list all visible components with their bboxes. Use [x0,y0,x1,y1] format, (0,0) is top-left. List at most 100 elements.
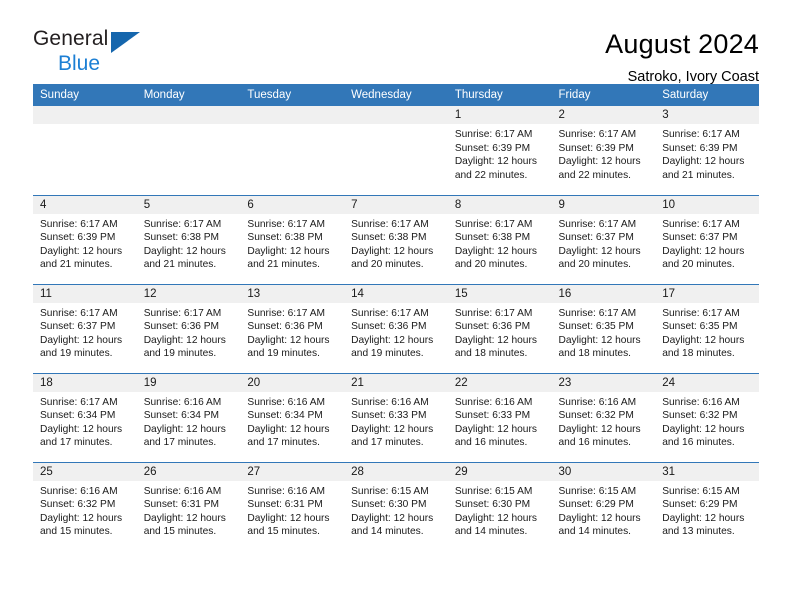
calendar-day-cell[interactable]: 20 Sunrise: 6:16 AM Sunset: 6:34 PM Dayligh… [240,372,345,462]
sunset-text: Sunset: 6:38 PM [351,232,427,244]
daylight-text-line2: and 21 minutes. [247,259,320,271]
day-number [33,106,137,124]
calendar-day-cell[interactable]: 24 Sunrise: 6:16 AM Sunset: 6:32 PM Dayligh… [655,372,759,462]
day-sun-info: Sunrise: 6:17 AM Sunset: 6:38 PM Daylight:… [344,214,448,272]
calendar-day-cell[interactable]: 12 Sunrise: 6:17 AM Sunset: 6:36 PM Dayligh… [136,283,241,373]
day-sun-info: Sunrise: 6:17 AM Sunset: 6:39 PM Daylight:… [448,124,552,182]
calendar-day-cell[interactable]: 16 Sunrise: 6:17 AM Sunset: 6:35 PM Dayligh… [551,283,656,373]
calendar-cell-empty [344,106,448,195]
calendar-day-cell[interactable]: 8 Sunrise: 6:17 AM Sunset: 6:38 PM Daylight… [447,194,552,284]
daylight-text-line2: and 18 minutes. [558,348,632,360]
daylight-text-line2: and 17 minutes. [247,437,320,449]
sunset-text: Sunset: 6:36 PM [454,321,531,333]
daylight-text-line2: and 20 minutes. [351,259,424,271]
daylight-text-line1: Daylight: 12 hours [247,423,330,435]
day-sun-info: Sunrise: 6:17 AM Sunset: 6:36 PM Daylight:… [137,303,241,361]
calendar-day-cell[interactable]: 25 Sunrise: 6:16 AM Sunset: 6:32 PM Dayligh… [33,461,137,551]
calendar-day-cell[interactable]: 13 Sunrise: 6:17 AM Sunset: 6:36 PM Dayligh… [240,283,345,373]
sunrise-text: Sunrise: 6:17 AM [143,307,222,319]
day-sun-info: Sunrise: 6:17 AM Sunset: 6:39 PM Daylight:… [552,124,656,182]
calendar-day-cell[interactable]: 27 Sunrise: 6:16 AM Sunset: 6:31 PM Dayligh… [240,461,345,551]
day-number: 16 [551,284,656,303]
daylight-text-line2: and 19 minutes. [351,348,424,360]
daylight-text-line1: Daylight: 12 hours [662,245,745,257]
weekday-header-tuesday: Tuesday [240,84,345,106]
day-number: 27 [240,462,345,481]
calendar-cell-empty [33,106,137,195]
sunset-text: Sunset: 6:39 PM [558,142,634,154]
sunset-text: Sunset: 6:35 PM [662,321,738,333]
daylight-text-line2: and 19 minutes. [247,348,320,360]
sunrise-text: Sunrise: 6:15 AM [558,485,637,497]
calendar-day-cell[interactable]: 17 Sunrise: 6:17 AM Sunset: 6:35 PM Dayligh… [655,283,759,373]
daylight-text-line2: and 13 minutes. [662,526,735,538]
day-number: 7 [344,195,448,214]
calendar-day-cell[interactable]: 18 Sunrise: 6:17 AM Sunset: 6:34 PM Dayligh… [33,372,137,462]
calendar-day-cell[interactable]: 21 Sunrise: 6:16 AM Sunset: 6:33 PM Dayligh… [344,372,448,462]
calendar-day-cell[interactable]: 6 Sunrise: 6:17 AM Sunset: 6:38 PM Daylight… [240,194,345,284]
weekday-header-saturday: Saturday [655,84,759,106]
sunset-text: Sunset: 6:39 PM [40,232,116,244]
day-sun-info: Sunrise: 6:17 AM Sunset: 6:38 PM Daylight:… [240,214,344,272]
calendar-day-cell[interactable]: 19 Sunrise: 6:16 AM Sunset: 6:34 PM Dayligh… [136,372,241,462]
calendar-day-cell[interactable]: 28 Sunrise: 6:15 AM Sunset: 6:30 PM Dayligh… [344,461,448,551]
calendar-week-row: 11 Sunrise: 6:17 AM Sunset: 6:37 PM Dayligh… [33,283,759,373]
sunrise-text: Sunrise: 6:15 AM [454,485,533,497]
day-number: 13 [240,284,345,303]
daylight-text-line1: Daylight: 12 hours [454,156,537,168]
logo-triangle-icon [111,32,140,53]
sunrise-text: Sunrise: 6:17 AM [143,218,222,230]
sunrise-text: Sunrise: 6:15 AM [351,485,429,497]
calendar-day-cell[interactable]: 4 Sunrise: 6:17 AM Sunset: 6:39 PM Daylight… [33,194,137,284]
calendar-day-cell[interactable]: 10 Sunrise: 6:17 AM Sunset: 6:37 PM Dayligh… [655,194,759,284]
day-sun-info: Sunrise: 6:16 AM Sunset: 6:32 PM Daylight:… [552,392,656,450]
day-sun-info: Sunrise: 6:16 AM Sunset: 6:32 PM Daylight:… [655,392,759,450]
sunset-text: Sunset: 6:34 PM [247,410,323,422]
sunrise-text: Sunrise: 6:17 AM [351,218,429,230]
day-sun-info: Sunrise: 6:17 AM Sunset: 6:36 PM Daylight:… [344,303,448,361]
day-sun-info: Sunrise: 6:17 AM Sunset: 6:37 PM Daylight:… [655,214,759,272]
sunset-text: Sunset: 6:36 PM [247,321,323,333]
logo-general-blue[interactable]: General Blue [33,28,153,78]
sunrise-text: Sunrise: 6:17 AM [40,307,118,319]
sunset-text: Sunset: 6:37 PM [662,232,738,244]
day-number: 25 [33,462,137,481]
daylight-text-line2: and 15 minutes. [247,526,320,538]
calendar-cell-empty [136,106,241,195]
sunset-text: Sunset: 6:33 PM [454,410,531,422]
daylight-text-line1: Daylight: 12 hours [662,156,745,168]
calendar-day-cell[interactable]: 30 Sunrise: 6:15 AM Sunset: 6:29 PM Dayligh… [551,461,656,551]
daylight-text-line1: Daylight: 12 hours [351,245,434,257]
calendar-day-cell[interactable]: 11 Sunrise: 6:17 AM Sunset: 6:37 PM Dayligh… [33,283,137,373]
weekday-header-monday: Monday [136,84,241,106]
daylight-text-line1: Daylight: 12 hours [143,512,226,524]
day-sun-info: Sunrise: 6:17 AM Sunset: 6:39 PM Daylight:… [33,214,137,272]
day-number: 17 [655,284,759,303]
calendar-day-cell[interactable]: 23 Sunrise: 6:16 AM Sunset: 6:32 PM Dayligh… [551,372,656,462]
daylight-text-line2: and 14 minutes. [558,526,632,538]
daylight-text-line1: Daylight: 12 hours [558,423,641,435]
day-sun-info: Sunrise: 6:17 AM Sunset: 6:39 PM Daylight:… [655,124,759,182]
sunrise-text: Sunrise: 6:17 AM [351,307,429,319]
daylight-text-line2: and 18 minutes. [662,348,735,360]
calendar-day-cell[interactable]: 22 Sunrise: 6:16 AM Sunset: 6:33 PM Dayligh… [447,372,552,462]
sunset-text: Sunset: 6:39 PM [662,142,738,154]
day-number: 20 [240,373,345,392]
calendar-day-cell[interactable]: 1 Sunrise: 6:17 AM Sunset: 6:39 PM Daylight… [447,106,552,195]
calendar-day-cell[interactable]: 14 Sunrise: 6:17 AM Sunset: 6:36 PM Dayligh… [344,283,448,373]
calendar-day-cell[interactable]: 9 Sunrise: 6:17 AM Sunset: 6:37 PM Daylight… [551,194,656,284]
calendar-day-cell[interactable]: 15 Sunrise: 6:17 AM Sunset: 6:36 PM Dayligh… [447,283,552,373]
calendar-day-cell[interactable]: 26 Sunrise: 6:16 AM Sunset: 6:31 PM Dayligh… [136,461,241,551]
calendar-day-cell[interactable]: 31 Sunrise: 6:15 AM Sunset: 6:29 PM Dayligh… [655,461,759,551]
daylight-text-line1: Daylight: 12 hours [454,245,537,257]
calendar-day-cell[interactable]: 5 Sunrise: 6:17 AM Sunset: 6:38 PM Daylight… [136,194,241,284]
calendar-day-cell[interactable]: 3 Sunrise: 6:17 AM Sunset: 6:39 PM Daylight… [655,106,759,195]
calendar-day-cell[interactable]: 7 Sunrise: 6:17 AM Sunset: 6:38 PM Daylight… [344,194,448,284]
day-number: 9 [551,195,656,214]
daylight-text-line1: Daylight: 12 hours [454,334,537,346]
logo-text-blue: Blue [58,52,101,75]
sunset-text: Sunset: 6:38 PM [247,232,323,244]
calendar-day-cell[interactable]: 29 Sunrise: 6:15 AM Sunset: 6:30 PM Dayligh… [447,461,552,551]
day-number: 19 [136,373,241,392]
calendar-day-cell[interactable]: 2 Sunrise: 6:17 AM Sunset: 6:39 PM Daylight… [551,106,656,195]
